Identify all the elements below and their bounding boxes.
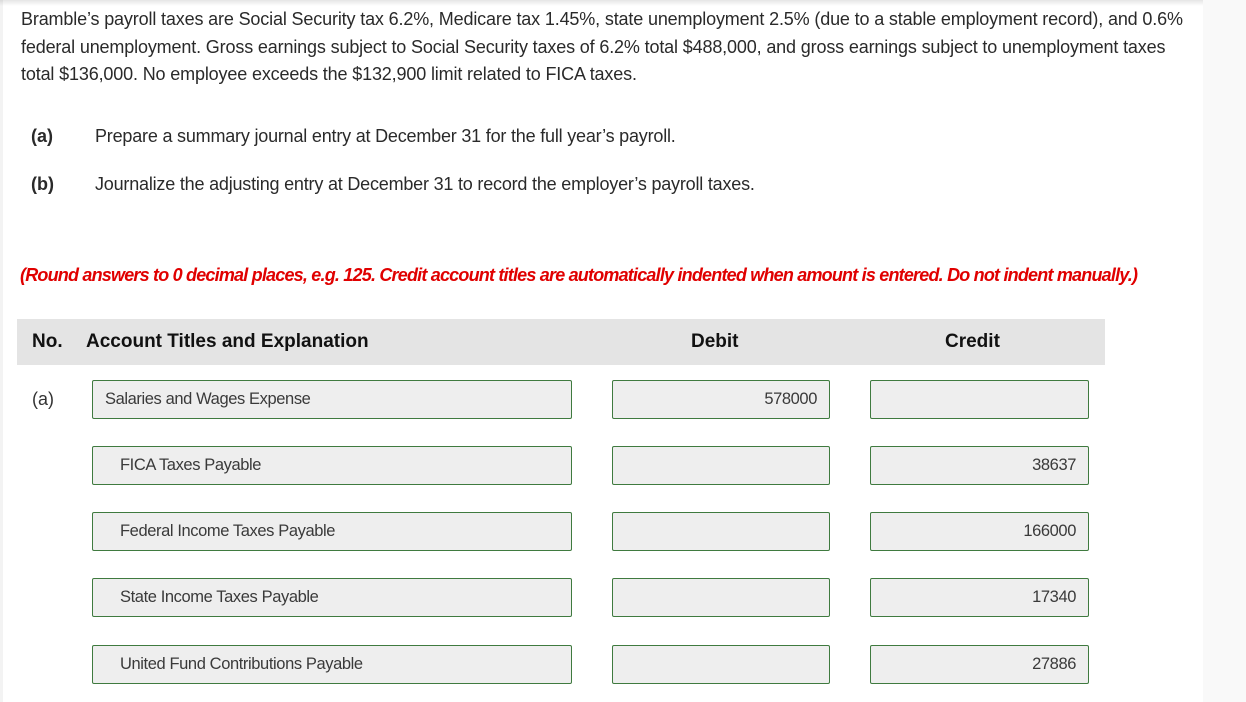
account-title-input[interactable]	[92, 645, 572, 684]
credit-input[interactable]	[870, 446, 1089, 485]
journal-table-header: No. Account Titles and Explanation Debit…	[17, 319, 1105, 365]
debit-input[interactable]	[612, 446, 830, 485]
header-no: No.	[32, 331, 63, 352]
problem-statement: Bramble’s payroll taxes are Social Secur…	[21, 9, 1183, 84]
rounding-instruction: (Round answers to 0 decimal places, e.g.…	[20, 265, 1138, 285]
credit-input[interactable]	[870, 512, 1089, 551]
account-title-input[interactable]	[92, 512, 572, 551]
account-title-input[interactable]	[92, 578, 572, 617]
part-b: (b) Journalize the adjusting entry at Dec…	[31, 174, 755, 195]
debit-input[interactable]	[612, 578, 830, 617]
header-credit: Credit	[945, 331, 1000, 352]
part-text: Prepare a summary journal entry at Decem…	[95, 126, 676, 146]
part-label: (b)	[31, 174, 54, 194]
part-label: (a)	[31, 126, 53, 146]
header-account-titles: Account Titles and Explanation	[86, 331, 369, 352]
right-gutter	[1203, 0, 1246, 702]
credit-input[interactable]	[870, 578, 1089, 617]
left-edge	[0, 0, 3, 702]
account-title-input[interactable]	[92, 380, 572, 419]
debit-input[interactable]	[612, 512, 830, 551]
header-debit: Debit	[691, 331, 739, 352]
account-title-input[interactable]	[92, 446, 572, 485]
entry-number: (a)	[32, 389, 54, 409]
credit-input[interactable]	[870, 645, 1089, 684]
debit-input[interactable]	[612, 380, 830, 419]
part-a: (a) Prepare a summary journal entry at De…	[31, 126, 676, 147]
credit-input[interactable]	[870, 380, 1089, 419]
part-text: Journalize the adjusting entry at Decemb…	[95, 174, 755, 194]
debit-input[interactable]	[612, 645, 830, 684]
